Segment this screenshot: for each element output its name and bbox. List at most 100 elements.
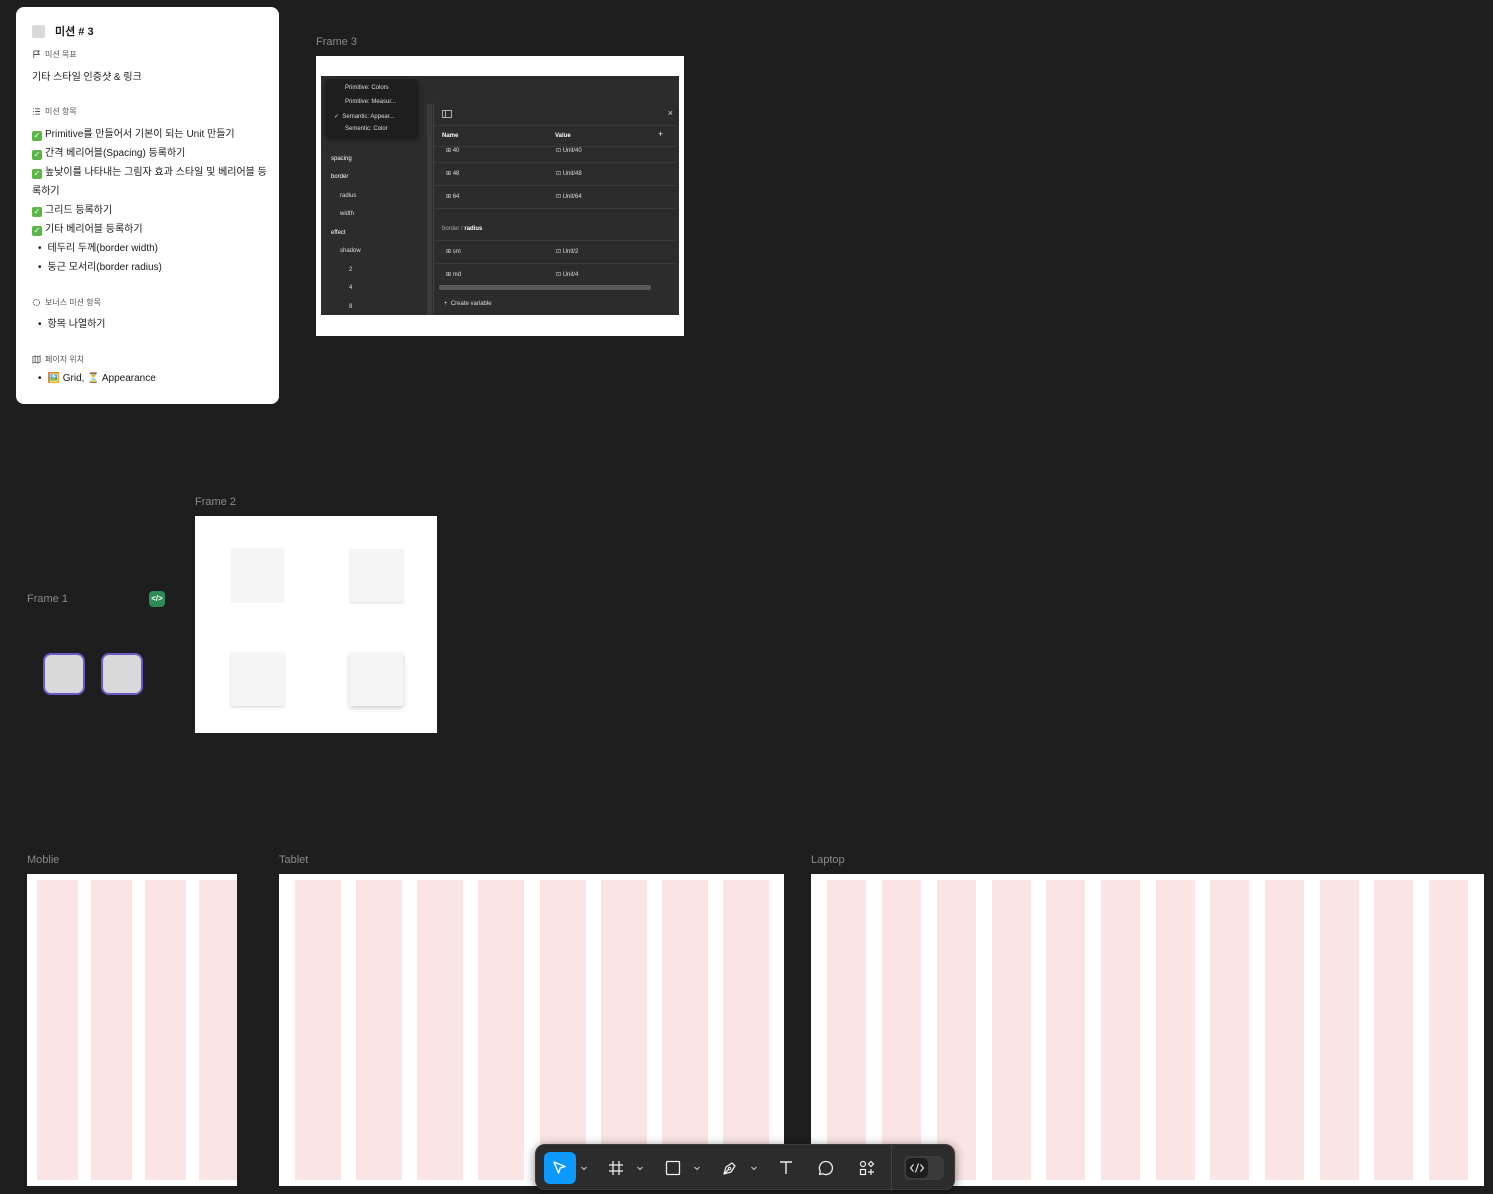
group-header: border / radius: [442, 226, 483, 232]
grid-column: [1320, 880, 1359, 1180]
bonus-heading: 보너스 미션 항목: [32, 297, 101, 308]
collection-sidebar: spacing border radius width effect shado…: [321, 136, 424, 315]
shadow-sample-8[interactable]: [231, 653, 284, 706]
text-tool[interactable]: [770, 1152, 802, 1184]
radius-sample-1[interactable]: [43, 653, 85, 695]
checkmark-icon: ✓: [32, 226, 42, 236]
frame-3-label[interactable]: Frame 3: [316, 36, 357, 48]
code-icon: [909, 1163, 925, 1173]
grid-column: [91, 880, 132, 1180]
mission-card[interactable]: 미션 # 3 미션 목표 기타 스타일 인증샷 & 링크 미션 항목 ✓ Prim…: [16, 7, 279, 404]
sidebar-scrollbar: [427, 104, 432, 315]
components-icon: [859, 1160, 875, 1176]
sparkle-icon: [32, 298, 41, 307]
grid-column: [1374, 880, 1413, 1180]
menu-item: Primitive: Colors: [345, 85, 389, 91]
actions-tool[interactable]: [851, 1152, 883, 1184]
horizontal-scrollbar: [439, 285, 651, 290]
sidebar-item: 4: [349, 285, 353, 291]
toolbar-divider: [891, 1145, 892, 1191]
shadow-sample-2[interactable]: [231, 549, 284, 602]
frame-3[interactable]: spacing border radius width effect shado…: [316, 56, 684, 336]
pen-tool[interactable]: [714, 1152, 746, 1184]
frame-2[interactable]: [195, 516, 437, 733]
var-value: ⊡ Unit/4: [556, 272, 579, 278]
grid-column: [1429, 880, 1468, 1180]
card-color-swatch: [32, 24, 45, 38]
tablet-grid-frame[interactable]: [279, 874, 784, 1186]
dev-mode-knob: [906, 1158, 928, 1178]
rectangle-icon: [665, 1160, 681, 1176]
laptop-grid-frame[interactable]: [811, 874, 1484, 1186]
mission-item: ✓ 간격 베리어블(Spacing) 등록하기: [32, 148, 186, 160]
add-icon: +: [658, 129, 664, 139]
mission-item-continued: 록하기: [32, 186, 60, 197]
variables-screenshot: spacing border radius width effect shado…: [321, 76, 679, 315]
text-icon: [780, 1161, 792, 1174]
var-value: ⊡ Unit/40: [556, 148, 582, 154]
shadow-sample-16[interactable]: [350, 653, 403, 706]
close-icon: ×: [667, 108, 673, 118]
var-row: ⊞ 64: [446, 194, 460, 200]
create-variable: + Create variable: [444, 301, 492, 307]
list-icon: [32, 108, 41, 115]
grid-column: [601, 880, 647, 1180]
pen-icon: [723, 1162, 736, 1175]
bonus-item: 항목 나열하기: [32, 315, 106, 330]
grid-column: [1265, 880, 1304, 1180]
radius-sample-2[interactable]: [101, 653, 143, 695]
frame-icon: [609, 1161, 623, 1175]
mission-item: ✓ 높낮이를 나타내는 그림자 효과 스타일 및 베리어블 등: [32, 167, 267, 179]
code-icon[interactable]: </>: [149, 591, 165, 607]
sidebar-item: 2: [349, 267, 353, 273]
tablet-frame-label[interactable]: Tablet: [279, 854, 308, 866]
var-row: ⊞ 48: [446, 171, 460, 177]
sidebar-item: 8: [349, 304, 353, 310]
move-tool[interactable]: [544, 1152, 576, 1184]
menu-item: Primitive: Measur...: [345, 99, 397, 105]
grid-column: [199, 880, 237, 1180]
var-row: ⊞ 40: [446, 148, 460, 154]
dev-mode-toggle[interactable]: [904, 1156, 944, 1180]
mission-item: ✓ 기타 베리어블 등록하기: [32, 224, 143, 236]
sidebar-item: effect: [331, 230, 346, 236]
chevron-down-icon[interactable]: [750, 1164, 758, 1172]
frame-2-label[interactable]: Frame 2: [195, 496, 236, 508]
sidebar-toggle-icon: [442, 110, 452, 118]
grid-column: [937, 880, 976, 1180]
bottom-toolbar: [535, 1144, 955, 1191]
mobile-frame-label[interactable]: Moblie: [27, 854, 59, 866]
frame-1-label[interactable]: Frame 1: [27, 593, 68, 605]
var-row: ⊞ sm: [446, 249, 461, 255]
menu-item: Sementic: Color: [345, 126, 388, 132]
variables-panel: × Name Value + ⊞ 40 ⊡ Unit/40 ⊞ 48 ⊡ Uni…: [433, 103, 677, 315]
grid-column: [417, 880, 463, 1180]
col-name-header: Name: [442, 133, 459, 139]
comment-tool[interactable]: [810, 1152, 842, 1184]
grid-column: [882, 880, 921, 1180]
grid-column: [992, 880, 1031, 1180]
var-value: ⊡ Unit/64: [556, 194, 582, 200]
shadow-sample-4[interactable]: [350, 549, 403, 602]
chevron-down-icon[interactable]: [693, 1164, 701, 1172]
chevron-down-icon[interactable]: [636, 1164, 644, 1172]
chevron-down-icon[interactable]: [580, 1164, 588, 1172]
var-row: ⊞ md: [446, 272, 462, 278]
sidebar-item: radius: [340, 193, 357, 199]
cursor-icon: [553, 1161, 566, 1174]
col-value-header: Value: [555, 133, 571, 139]
items-heading: 미션 항목: [32, 106, 77, 117]
checkmark-icon: ✓: [32, 131, 42, 141]
checkmark-icon: ✓: [32, 207, 42, 217]
sidebar-item: border: [331, 174, 349, 180]
laptop-frame-label[interactable]: Laptop: [811, 854, 845, 866]
var-value: ⊡ Unit/48: [556, 171, 582, 177]
shape-tool[interactable]: [657, 1152, 689, 1184]
collection-menu: Primitive: Colors Primitive: Measur... ✓…: [326, 79, 418, 137]
mission-item: ✓ 그리드 등록하기: [32, 205, 113, 217]
comment-icon: [818, 1160, 834, 1176]
mobile-grid-frame[interactable]: [27, 874, 237, 1186]
frame-tool[interactable]: [600, 1152, 632, 1184]
grid-column: [1156, 880, 1195, 1180]
mission-item: ✓ Primitive를 만들어서 기본이 되는 Unit 만들기: [32, 129, 235, 141]
